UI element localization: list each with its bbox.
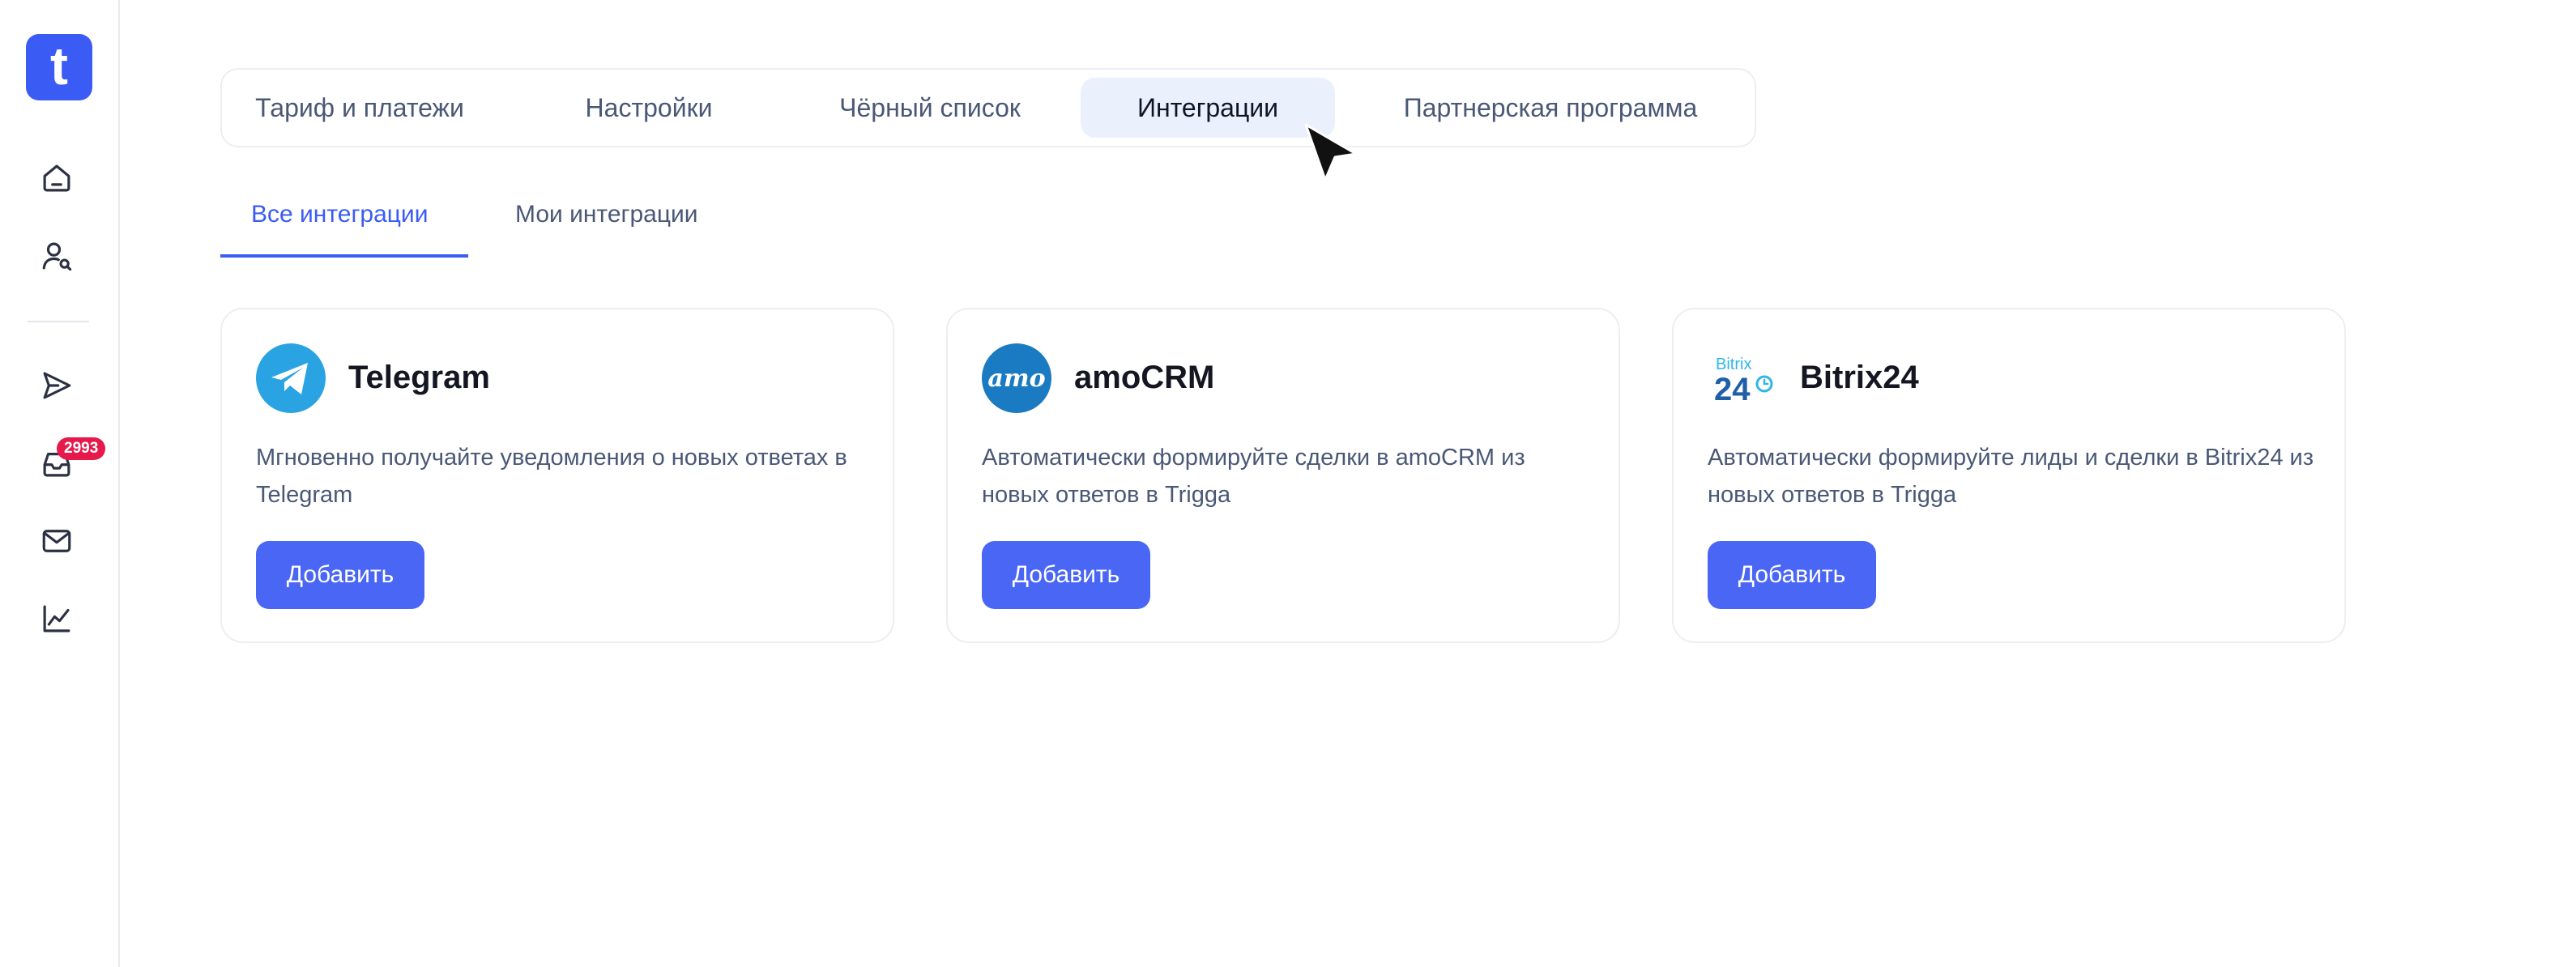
telegram-logo — [256, 343, 326, 413]
integration-card-telegram: Telegram Мгновенно получайте уведомления… — [220, 308, 894, 643]
add-bitrix24-button[interactable]: Добавить — [1708, 541, 1876, 609]
sidebar-divider — [28, 321, 89, 322]
subtab-my-integrations[interactable]: Мои интеграции — [515, 201, 698, 228]
sidebar: t 2993 — [0, 0, 120, 967]
card-title: amoCRM — [1074, 360, 1215, 395]
user-search-icon[interactable] — [34, 233, 79, 279]
home-icon[interactable] — [34, 155, 79, 201]
tab-integrations[interactable]: Интеграции — [1081, 78, 1335, 138]
tab-partner-program[interactable]: Партнерская программа — [1372, 78, 1729, 138]
mouse-cursor-icon — [1303, 121, 1359, 187]
card-description: Автоматически формируйте лиды и сделки в… — [1708, 445, 2314, 508]
chart-icon[interactable] — [34, 596, 79, 641]
logo-letter: t — [50, 36, 68, 96]
amocrm-logo: amo — [982, 343, 1051, 413]
card-description: Мгновенно получайте уведомления о новых … — [256, 445, 847, 508]
tab-blacklist[interactable]: Чёрный список — [808, 78, 1051, 138]
send-icon[interactable] — [34, 363, 79, 408]
bitrix24-logo: Bitrix 24 — [1708, 343, 1777, 413]
amocrm-logo-text: amo — [987, 364, 1045, 393]
card-description: Автоматически формируйте сделки в amoCRM… — [982, 445, 1525, 508]
integration-card-bitrix24: Bitrix 24 Bitrix24 Автоматически формиру… — [1672, 308, 2346, 643]
add-telegram-button[interactable]: Добавить — [256, 541, 424, 609]
app-logo[interactable]: t — [26, 34, 92, 100]
add-amocrm-button[interactable]: Добавить — [982, 541, 1150, 609]
bitrix-logo-bottom: 24 — [1714, 372, 1751, 407]
card-title: Telegram — [348, 360, 490, 395]
card-title: Bitrix24 — [1800, 360, 1919, 395]
inbox-badge: 2993 — [57, 437, 106, 460]
tab-settings[interactable]: Настройки — [554, 78, 744, 138]
subtab-active-underline — [220, 254, 468, 258]
tab-billing[interactable]: Тариф и платежи — [249, 78, 470, 138]
subtab-all-integrations[interactable]: Все интеграции — [251, 201, 428, 228]
integration-card-amocrm: amo amoCRM Автоматически формируйте сдел… — [946, 308, 1620, 643]
bitrix-logo-top: Bitrix — [1716, 356, 1751, 373]
mail-icon[interactable] — [34, 518, 79, 564]
settings-tabbar: Тариф и платежи Настройки Чёрный список … — [220, 68, 1756, 147]
